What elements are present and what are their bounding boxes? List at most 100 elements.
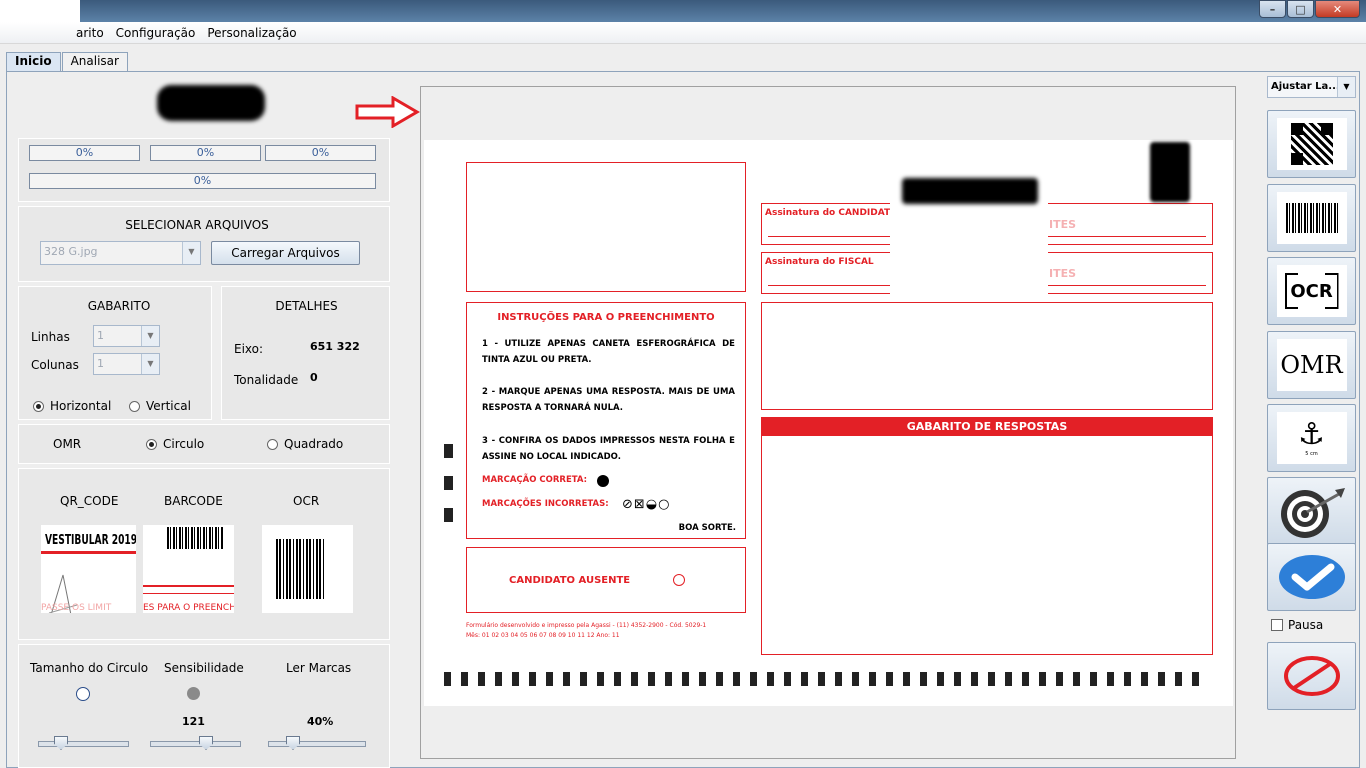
details-panel: DETALHES Eixo: 651 322 Tonalidade 0 bbox=[221, 286, 390, 420]
read-marks-label: Ler Marcas bbox=[286, 661, 352, 675]
close-button[interactable]: ✕ bbox=[1315, 0, 1360, 18]
slider-thumb[interactable] bbox=[54, 736, 68, 750]
cols-label: Colunas bbox=[31, 358, 79, 372]
qr-preview-text: VESTIBULAR 2019 bbox=[45, 533, 136, 548]
qr-preview-image: VESTIBULAR 2019 PASSE OS LIMIT bbox=[41, 525, 136, 613]
slider-panel: Tamanho do Circulo Sensibilidade Ler Mar… bbox=[18, 644, 390, 768]
ocr-icon: OCR bbox=[1276, 265, 1347, 317]
tab-inicio[interactable]: Inicio bbox=[6, 52, 61, 72]
instruction-3: 3 - CONFIRA OS DADOS IMPRESSOS NESTA FOL… bbox=[482, 436, 735, 462]
horizontal-label: Horizontal bbox=[50, 399, 112, 413]
circle-size-slider[interactable] bbox=[38, 736, 129, 750]
confirm-button[interactable] bbox=[1267, 543, 1356, 611]
ocr-preview-image bbox=[262, 525, 353, 613]
answer-sheet-image: Assinatura do CANDIDATO ITES Assinatura … bbox=[424, 140, 1233, 706]
instructions-box: INSTRUÇÕES PARA O PREENCHIMENTO 1 - UTIL… bbox=[466, 302, 746, 539]
load-files-button[interactable]: Carregar Arquivos bbox=[211, 241, 360, 265]
progress-bar-total: 0% bbox=[29, 173, 376, 189]
gabarito-panel: GABARITO Linhas 1 ▼ Colunas 1 ▼ Horizont… bbox=[18, 286, 212, 420]
candidate-signature-label: Assinatura do CANDIDATO bbox=[765, 208, 898, 218]
zoom-select[interactable]: Ajustar La... ▼ bbox=[1267, 76, 1356, 98]
circle-size-label: Tamanho do Circulo bbox=[30, 661, 149, 675]
read-marks-slider[interactable] bbox=[268, 736, 366, 750]
eixo-value: 651 322 bbox=[310, 340, 360, 353]
answers-box: GABARITO DE RESPOSTAS bbox=[761, 417, 1213, 655]
cols-value: 1 bbox=[97, 357, 104, 370]
target-icon bbox=[1280, 488, 1345, 538]
square-label: Quadrado bbox=[284, 437, 344, 451]
barcode-label: BARCODE bbox=[164, 494, 223, 508]
chevron-down-icon: ▼ bbox=[141, 354, 159, 374]
chevron-down-icon: ▼ bbox=[1337, 77, 1355, 97]
redacted-mark bbox=[1150, 142, 1190, 202]
minimize-button[interactable]: – bbox=[1259, 0, 1286, 18]
qr-code-button[interactable] bbox=[1267, 110, 1356, 178]
sensitivity-slider[interactable] bbox=[150, 736, 241, 750]
filled-circle-icon bbox=[597, 475, 609, 487]
blank-box bbox=[761, 302, 1213, 410]
ocr-icon-text: OCR bbox=[1290, 280, 1333, 302]
answers-header: GABARITO DE RESPOSTAS bbox=[762, 418, 1212, 436]
chevron-down-icon: ▼ bbox=[182, 242, 200, 264]
anchor-button[interactable]: ⚓ 5 cm bbox=[1267, 404, 1356, 472]
barcode-preview-image: ES PARA O PREENCHIM bbox=[143, 525, 234, 613]
zoom-select-value: Ajustar La... bbox=[1271, 81, 1340, 92]
file-select[interactable]: 328 G.jpg ▼ bbox=[40, 241, 201, 265]
progress-panel: 0% 0% 0% 0% bbox=[18, 138, 390, 202]
window-titlebar: – □ ✕ bbox=[0, 0, 1366, 44]
menu-gabarito[interactable]: arito bbox=[70, 26, 110, 40]
tonalidade-label: Tonalidade bbox=[234, 373, 299, 387]
incorrect-marks-label: MARCAÇÕES INCORRETAS: bbox=[482, 499, 609, 509]
timing-mark bbox=[444, 444, 453, 458]
barcode-icon bbox=[1276, 192, 1347, 244]
qr-preview-sub: PASSE OS LIMIT bbox=[41, 603, 112, 613]
fiscal-signature-label: Assinatura do FISCAL bbox=[765, 257, 874, 267]
incorrect-marks-icons: ⊘⊠◒○ bbox=[622, 497, 671, 512]
redacted-logo bbox=[157, 85, 265, 121]
horizontal-radio[interactable] bbox=[33, 401, 44, 412]
read-marks-value: 40% bbox=[307, 715, 334, 728]
square-radio[interactable] bbox=[267, 439, 278, 450]
rows-value: 1 bbox=[97, 329, 104, 342]
preview-panel: QR_CODE BARCODE OCR VESTIBULAR 2019 PASS… bbox=[18, 468, 390, 640]
timing-mark bbox=[444, 508, 453, 522]
tonalidade-value: 0 bbox=[310, 371, 318, 384]
ocr-button[interactable]: OCR bbox=[1267, 257, 1356, 325]
file-panel-title: SELECIONAR ARQUIVOS bbox=[125, 218, 269, 232]
omr-button[interactable]: OMR bbox=[1267, 331, 1356, 399]
ites-text: ITES bbox=[1049, 218, 1077, 231]
ocr-label: OCR bbox=[293, 494, 320, 508]
target-button[interactable] bbox=[1267, 477, 1356, 545]
arrow-right-icon bbox=[355, 96, 420, 128]
timing-track bbox=[444, 672, 1204, 686]
vertical-label: Vertical bbox=[146, 399, 191, 413]
omr-icon-text: OMR bbox=[1280, 351, 1343, 379]
circle-radio[interactable] bbox=[146, 439, 157, 450]
menu-configuracao[interactable]: Configuração bbox=[110, 26, 202, 40]
timing-mark bbox=[444, 476, 453, 490]
maximize-button[interactable]: □ bbox=[1287, 0, 1314, 18]
cols-spinner[interactable]: 1 ▼ bbox=[93, 353, 160, 375]
prohibited-icon bbox=[1283, 656, 1340, 696]
instructions-title: INSTRUÇÕES PARA O PREENCHIMENTO bbox=[497, 312, 715, 323]
rows-spinner[interactable]: 1 ▼ bbox=[93, 325, 160, 347]
ites-text: ITES bbox=[1049, 267, 1077, 280]
tab-analisar[interactable]: Analisar bbox=[61, 52, 128, 71]
slider-thumb[interactable] bbox=[199, 736, 213, 750]
photo-box bbox=[466, 162, 746, 292]
stop-button[interactable] bbox=[1267, 642, 1356, 710]
pause-checkbox[interactable] bbox=[1271, 619, 1283, 631]
absent-label: CANDIDATO AUSENTE bbox=[509, 575, 631, 586]
circle-size-preview bbox=[76, 687, 90, 701]
tab-strip: Inicio Analisar bbox=[6, 52, 129, 72]
file-select-value: 328 G.jpg bbox=[44, 245, 98, 258]
barcode-button[interactable] bbox=[1267, 184, 1356, 252]
vertical-radio[interactable] bbox=[129, 401, 140, 412]
absent-circle bbox=[673, 574, 685, 586]
omr-panel: OMR Circulo Quadrado bbox=[18, 424, 390, 464]
sensitivity-preview bbox=[187, 687, 200, 700]
menu-personalizacao[interactable]: Personalização bbox=[201, 26, 302, 40]
slider-thumb[interactable] bbox=[286, 736, 300, 750]
progress-bar-2: 0% bbox=[150, 145, 261, 161]
redacted-area bbox=[890, 200, 1048, 304]
